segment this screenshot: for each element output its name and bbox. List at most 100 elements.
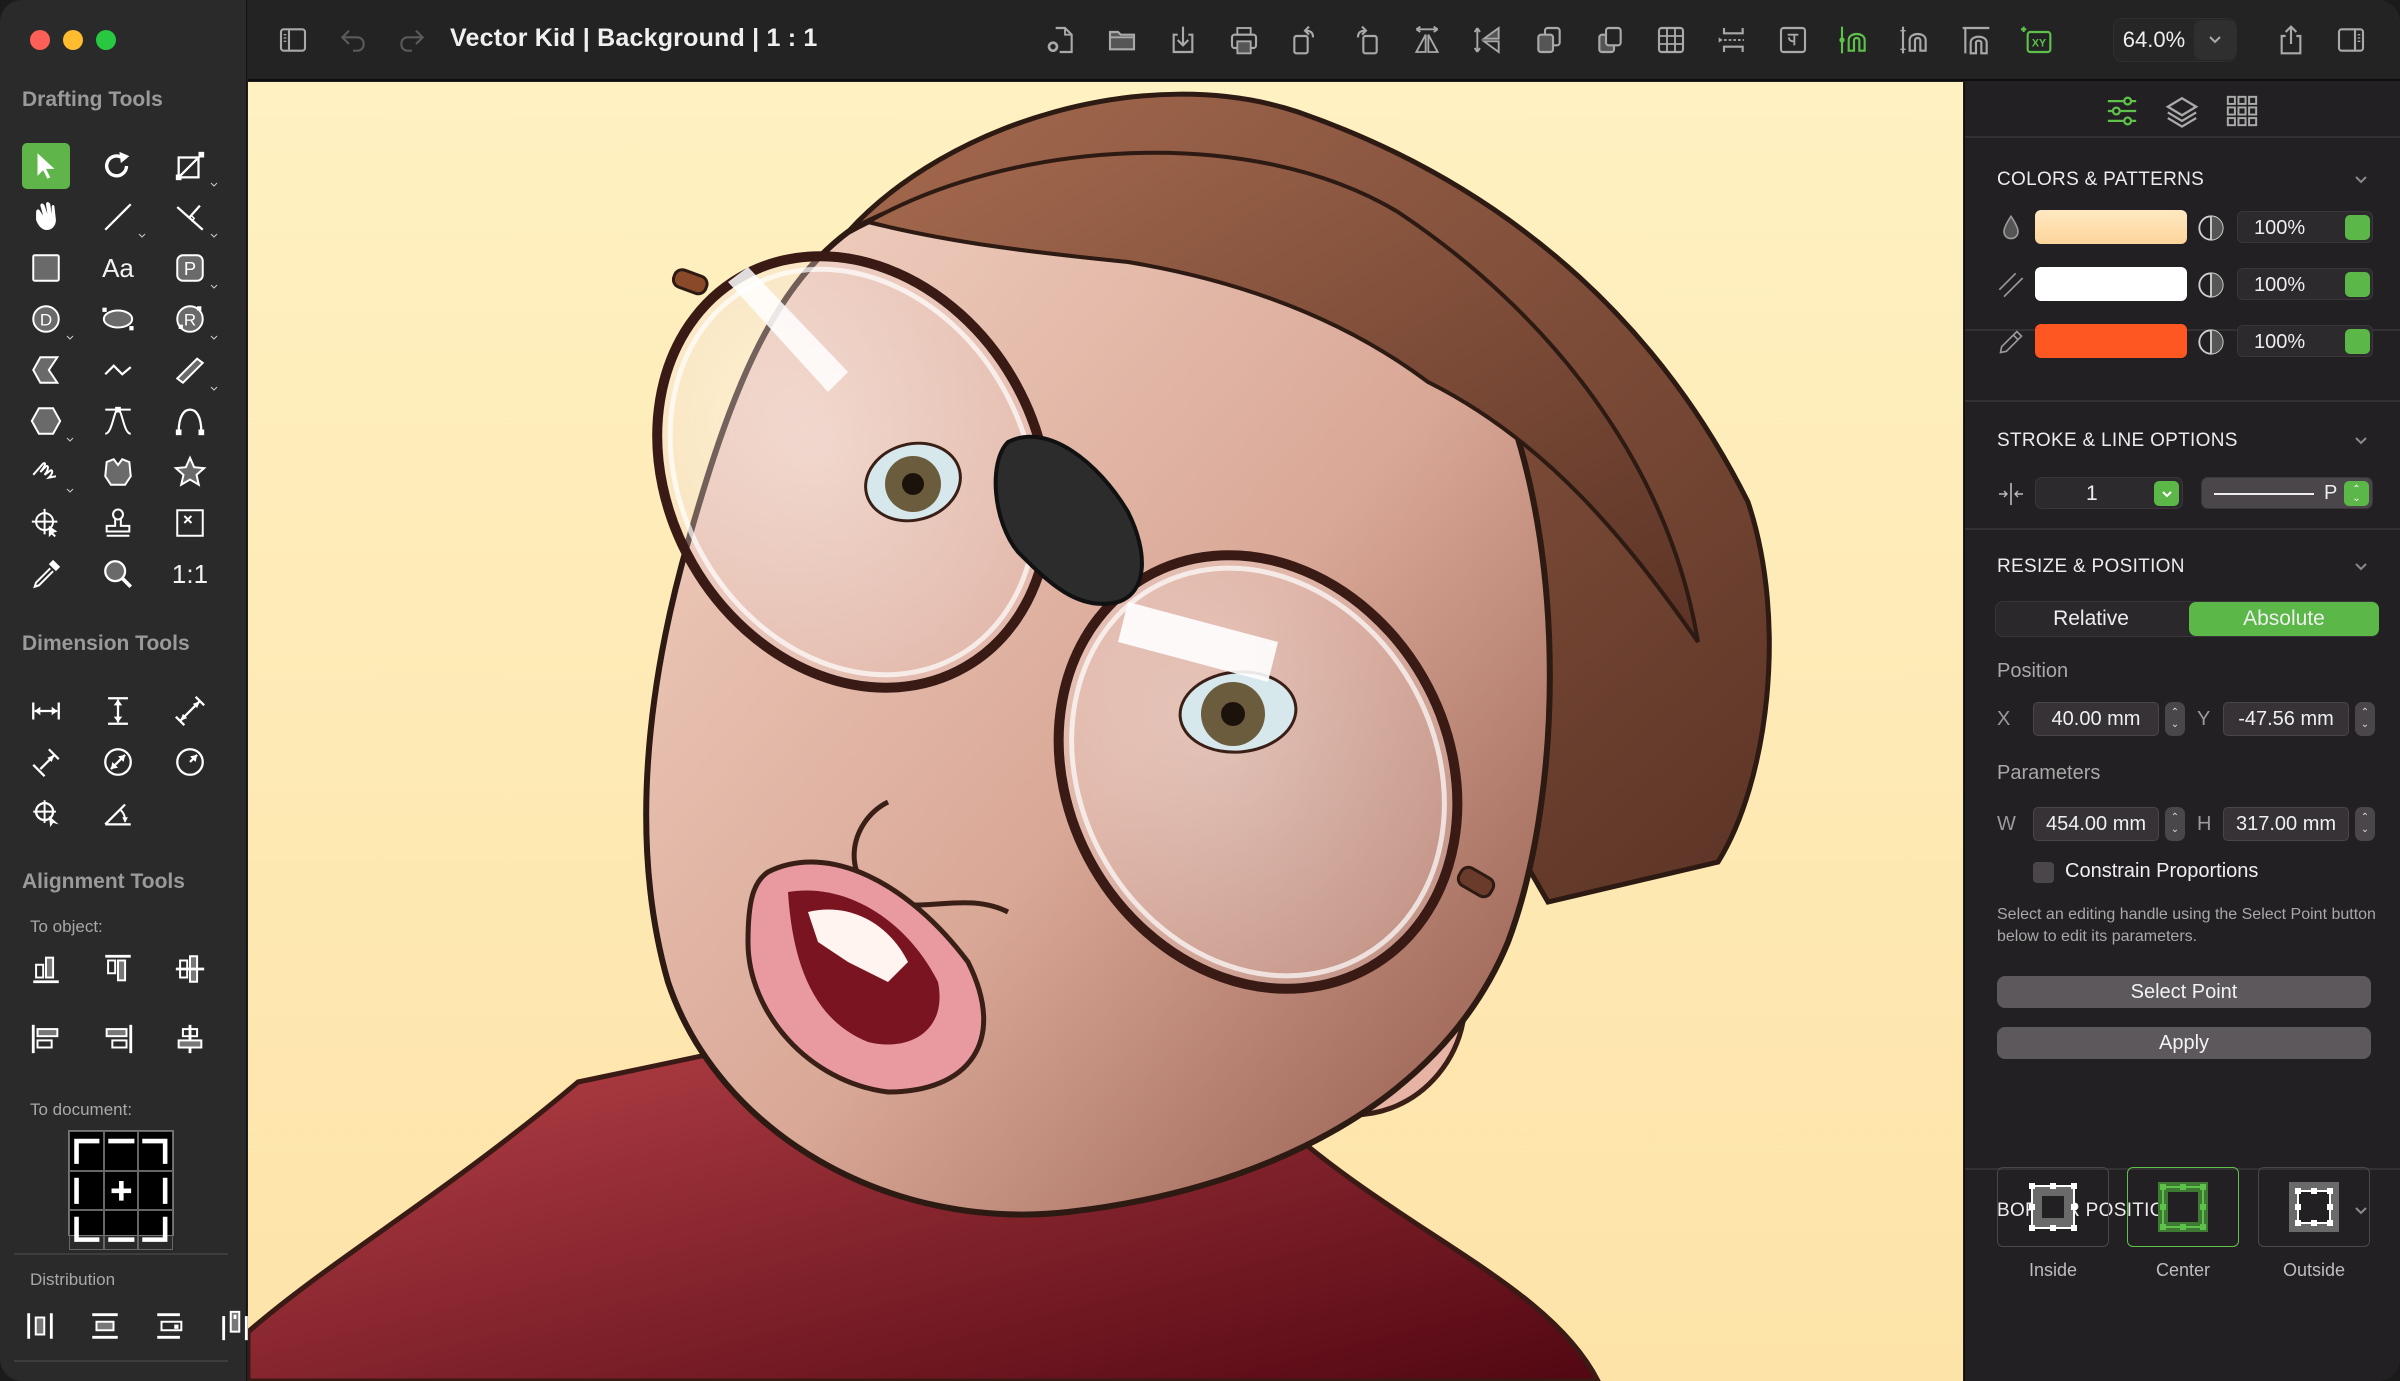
- radius-circle-tool[interactable]: R: [166, 296, 218, 342]
- pattern-opacity-field[interactable]: 100%: [2237, 268, 2373, 300]
- freehand-tool[interactable]: [22, 449, 74, 495]
- border-outside-option[interactable]: [2258, 1167, 2370, 1247]
- arc-tool[interactable]: [166, 398, 214, 444]
- open-folder-button[interactable]: [1104, 22, 1140, 58]
- coordinates-xy-button[interactable]: XY: [2019, 22, 2055, 58]
- select-tool[interactable]: [22, 143, 70, 189]
- fill-opacity-value[interactable]: 100%: [2254, 217, 2305, 240]
- align-top-button[interactable]: [94, 946, 142, 992]
- align-doc-center[interactable]: [103, 1170, 139, 1211]
- line-tool[interactable]: [94, 194, 146, 240]
- fill-opacity-field[interactable]: 100%: [2237, 211, 2373, 243]
- zoom-dropdown-button[interactable]: [2194, 20, 2236, 60]
- align-right-button[interactable]: [94, 1016, 142, 1062]
- bring-forward-button[interactable]: [1531, 22, 1567, 58]
- constrain-proportions-checkbox[interactable]: [2033, 862, 2054, 883]
- library-grid-icon[interactable]: [2225, 94, 2259, 128]
- pattern-color-swatch[interactable]: [2035, 267, 2187, 301]
- align-center-button[interactable]: [166, 1016, 214, 1062]
- stroke-opacity-field[interactable]: 100%: [2237, 325, 2373, 357]
- text-tool[interactable]: Aa: [94, 245, 142, 291]
- zoom-window-button[interactable]: [96, 30, 116, 50]
- y-position-field[interactable]: -47.56 mm: [2223, 702, 2349, 736]
- fill-color-swatch[interactable]: [2035, 210, 2187, 244]
- vertical-dimension-tool[interactable]: [94, 688, 142, 734]
- close-window-button[interactable]: [30, 30, 50, 50]
- stroke-width-field[interactable]: 1: [2035, 477, 2183, 509]
- border-inside-option[interactable]: [1997, 1167, 2109, 1247]
- send-backward-button[interactable]: [1592, 22, 1628, 58]
- align-doc-middle-right[interactable]: [138, 1170, 173, 1211]
- distribute-vertical-right-button[interactable]: [146, 1303, 194, 1349]
- align-doc-top-right[interactable]: [138, 1131, 173, 1171]
- double-line-tool[interactable]: [166, 347, 218, 393]
- point-select-tool[interactable]: [22, 500, 70, 546]
- stroke-width-dropdown[interactable]: [2154, 481, 2179, 506]
- stroke-opacity-slider-button[interactable]: [2345, 329, 2370, 354]
- document-settings-button[interactable]: [1043, 22, 1079, 58]
- eyedropper-tool[interactable]: [22, 551, 70, 597]
- pattern-opacity-slider-button[interactable]: [2345, 272, 2370, 297]
- point-dimension-tool[interactable]: [22, 790, 70, 836]
- polyline-tool[interactable]: [94, 347, 142, 393]
- perpendicular-line-tool[interactable]: [166, 194, 218, 240]
- sidebar-toggle-button[interactable]: [275, 22, 311, 58]
- y-position-stepper[interactable]: ⌃ ⌄: [2355, 702, 2375, 736]
- stamp-tool[interactable]: [94, 500, 142, 546]
- inspector-toggle-button[interactable]: [2333, 22, 2369, 58]
- share-button[interactable]: [2273, 22, 2309, 58]
- absolute-mode-button[interactable]: Absolute: [2189, 602, 2379, 636]
- layers-icon[interactable]: [2165, 94, 2199, 128]
- hand-pan-tool[interactable]: [22, 194, 70, 240]
- drawing-canvas[interactable]: [248, 82, 1963, 1381]
- flip-vertical-button[interactable]: [1470, 22, 1506, 58]
- arrow-shape-tool[interactable]: [22, 347, 70, 393]
- line-style-select[interactable]: P ⌃ ⌄: [2201, 477, 2373, 509]
- grid-button[interactable]: [1653, 22, 1689, 58]
- zoom-level-control[interactable]: 64.0%: [2113, 18, 2237, 62]
- aligned-dimension-tool[interactable]: [166, 688, 214, 734]
- perpendicular-dimension-tool[interactable]: [22, 739, 70, 785]
- crop-transform-tool[interactable]: [166, 143, 218, 189]
- fill-opacity-slider-button[interactable]: [2345, 215, 2370, 240]
- print-button[interactable]: [1226, 22, 1262, 58]
- width-stepper[interactable]: ⌃ ⌄: [2165, 807, 2185, 841]
- rotate-left-button[interactable]: [1287, 22, 1323, 58]
- snap-magnet-button[interactable]: [1836, 22, 1872, 58]
- align-doc-bottom-right[interactable]: [138, 1210, 173, 1251]
- relative-mode-button[interactable]: Relative: [1996, 602, 2186, 636]
- stroke-width-value[interactable]: 1: [2086, 482, 2098, 506]
- align-middle-button[interactable]: [166, 946, 214, 992]
- custom-shape-tool[interactable]: [94, 449, 142, 495]
- align-doc-bottom-left[interactable]: [69, 1210, 104, 1251]
- placeholder-tool[interactable]: P: [166, 245, 218, 291]
- undo-button[interactable]: [335, 22, 371, 58]
- rotate-tool[interactable]: [94, 143, 142, 189]
- star-tool[interactable]: [166, 449, 214, 495]
- zoom-level-value[interactable]: 64.0%: [2114, 27, 2194, 53]
- chevron-down-icon[interactable]: [2353, 559, 2369, 575]
- minimize-window-button[interactable]: [63, 30, 83, 50]
- image-frame-tool[interactable]: [166, 500, 214, 546]
- rectangle-tool[interactable]: [22, 245, 70, 291]
- x-position-field[interactable]: 40.00 mm: [2033, 702, 2159, 736]
- height-stepper[interactable]: ⌃ ⌄: [2355, 807, 2375, 841]
- ellipse-tool[interactable]: [94, 296, 142, 342]
- import-button[interactable]: [1165, 22, 1201, 58]
- chevron-down-icon[interactable]: [2353, 172, 2369, 188]
- snap-guides-button[interactable]: [1714, 22, 1750, 58]
- width-field[interactable]: 454.00 mm: [2033, 807, 2159, 841]
- redo-button[interactable]: [394, 22, 430, 58]
- align-doc-middle-left[interactable]: [69, 1170, 104, 1211]
- zoom-tool[interactable]: [94, 551, 142, 597]
- distribute-horizontal-button[interactable]: [16, 1303, 64, 1349]
- snap-edge-button[interactable]: [1958, 22, 1994, 58]
- polygon-tool[interactable]: [22, 398, 74, 444]
- inspector-sliders-icon[interactable]: [2105, 94, 2139, 128]
- constrain-proportions-label[interactable]: Constrain Proportions: [2065, 860, 2258, 883]
- align-doc-top-center[interactable]: [103, 1131, 139, 1171]
- distribute-vertical-button[interactable]: [81, 1303, 129, 1349]
- align-left-button[interactable]: [22, 1016, 70, 1062]
- align-doc-bottom-center[interactable]: [103, 1210, 139, 1251]
- bezier-tool[interactable]: [94, 398, 142, 444]
